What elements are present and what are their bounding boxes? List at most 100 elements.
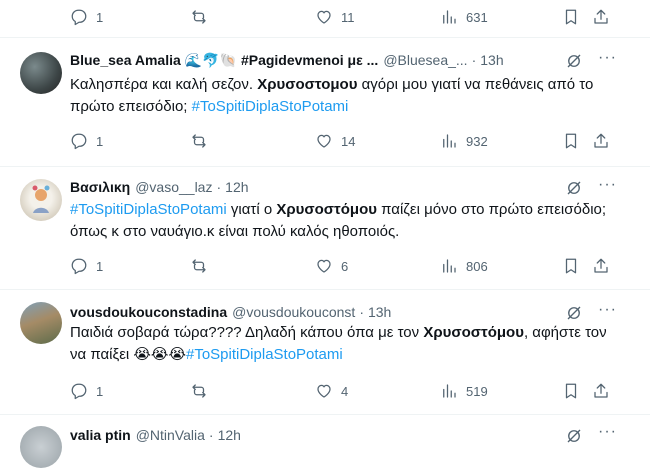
views-icon <box>443 259 456 273</box>
separator-dot: · <box>359 304 364 320</box>
like-button[interactable]: 14 <box>315 129 355 153</box>
heart-icon <box>317 134 331 148</box>
author-name[interactable]: Blue_sea Amalia <box>70 52 181 68</box>
reply-button[interactable]: 1 <box>70 129 103 153</box>
bookmark-button[interactable] <box>562 5 580 29</box>
bookmark-icon <box>565 9 577 25</box>
tweet-text: Παιδιά σοβαρά τώρα???? Δηλαδή κάπου όπα … <box>70 322 615 366</box>
divider <box>0 37 650 38</box>
views-icon <box>443 384 456 398</box>
views-icon <box>443 134 456 148</box>
views-icon <box>443 10 456 24</box>
more-icon[interactable]: ··· <box>598 424 622 444</box>
views-button[interactable]: 932 <box>440 129 488 153</box>
crying-emoji: 😭😭😭 <box>133 346 186 363</box>
text-segment: γιατί ο <box>226 201 277 218</box>
author-name[interactable]: vousdoukouconstadina <box>70 304 227 320</box>
hashtag-link[interactable]: #ToSpitiDiplaStoPotami <box>70 201 227 218</box>
avatar[interactable] <box>20 179 62 221</box>
tweet[interactable]: vousdoukouconstadina @vousdoukouconst · … <box>0 302 650 412</box>
tweet[interactable]: Βασιλικη @vaso__laz · 12h ··· #ToSpitiDi… <box>0 177 650 287</box>
avatar[interactable] <box>20 302 62 344</box>
more-icon[interactable]: ··· <box>598 177 622 197</box>
share-button[interactable] <box>592 254 610 278</box>
retweet-button[interactable] <box>190 129 208 153</box>
reply-button[interactable]: 1 <box>70 379 103 403</box>
bold-mention: Χρυσοστόμου <box>423 324 524 341</box>
reply-count: 1 <box>96 258 104 274</box>
tweet[interactable]: Blue_sea Amalia 🌊🐬🐚 #Pagidevmenoi με ...… <box>0 50 650 163</box>
bookmark-button[interactable] <box>562 379 580 403</box>
more-icon[interactable]: ··· <box>598 50 622 70</box>
separator-dot: · <box>216 179 222 195</box>
reply-button[interactable]: 1 <box>70 5 103 29</box>
timestamp[interactable]: 12h <box>218 427 241 443</box>
like-count: 11 <box>341 9 355 25</box>
author-handle[interactable]: @NtinValia <box>136 427 205 443</box>
author-handle[interactable]: @Bluesea_... <box>383 52 467 68</box>
action-bar: 1 14 932 <box>70 129 630 153</box>
separator-dot: · <box>471 52 477 68</box>
timestamp[interactable]: 12h <box>225 179 248 195</box>
author-name[interactable]: valia ptin <box>70 427 131 443</box>
share-button[interactable] <box>592 379 610 403</box>
reply-icon <box>71 9 87 26</box>
like-count: 6 <box>341 258 349 274</box>
share-icon <box>594 9 608 24</box>
reply-icon <box>71 258 87 275</box>
views-count: 519 <box>466 383 488 399</box>
retweet-button[interactable] <box>190 379 208 403</box>
heart-icon <box>317 384 331 398</box>
retweet-button[interactable] <box>190 254 208 278</box>
like-button[interactable]: 11 <box>315 5 355 29</box>
grok-icon[interactable] <box>565 52 583 70</box>
reply-icon <box>71 133 87 150</box>
author-name[interactable]: Βασιλικη <box>70 179 130 195</box>
top-action-bar: 1 11 631 <box>70 5 630 29</box>
bookmark-button[interactable] <box>562 254 580 278</box>
retweet-button[interactable] <box>190 5 208 29</box>
like-button[interactable]: 6 <box>315 254 348 278</box>
views-button[interactable]: 806 <box>440 254 488 278</box>
views-button[interactable]: 631 <box>440 5 488 29</box>
author-name-extra[interactable]: 🌊🐬🐚 #Pagidevmenoi με ... <box>185 52 379 69</box>
views-count: 806 <box>466 258 488 274</box>
bookmark-button[interactable] <box>562 129 580 153</box>
tweet-header: Βασιλικη @vaso__laz · 12h <box>70 177 610 197</box>
bookmark-icon <box>565 258 577 274</box>
retweet-icon <box>192 134 206 148</box>
tweet[interactable]: valia ptin @NtinValia · 12h ··· <box>0 424 650 468</box>
share-icon <box>594 133 608 148</box>
bold-mention: Χρυσοστόμου <box>276 201 377 218</box>
bookmark-icon <box>565 383 577 399</box>
reply-count: 1 <box>96 133 104 149</box>
author-handle[interactable]: @vousdoukouconst <box>232 304 355 320</box>
tweet-text: Καλησπέρα και καλή σεζον. Χρυσοστομου αγ… <box>70 74 615 118</box>
more-icon[interactable]: ··· <box>598 302 622 322</box>
grok-icon[interactable] <box>565 179 583 197</box>
views-button[interactable]: 519 <box>440 379 488 403</box>
separator-dot: · <box>208 427 214 443</box>
timestamp[interactable]: 13h <box>368 304 391 320</box>
views-count: 631 <box>466 9 488 25</box>
avatar[interactable] <box>20 52 62 94</box>
grok-icon[interactable] <box>565 427 583 445</box>
timestamp[interactable]: 13h <box>480 52 503 68</box>
tweet-text: #ToSpitiDiplaStoPotami γιατί ο Χρυσοστόμ… <box>70 199 615 243</box>
hashtag-link[interactable]: #ToSpitiDiplaStoPotami <box>186 346 343 363</box>
avatar[interactable] <box>20 426 62 468</box>
share-button[interactable] <box>592 129 610 153</box>
like-button[interactable]: 4 <box>315 379 348 403</box>
author-handle[interactable]: @vaso__laz <box>135 179 212 195</box>
retweet-icon <box>192 259 206 273</box>
action-bar: 1 6 806 <box>70 254 630 278</box>
hashtag-link[interactable]: #ToSpitiDiplaStoPotami <box>192 98 349 115</box>
share-icon <box>594 258 608 273</box>
reply-count: 1 <box>96 383 104 399</box>
like-count: 14 <box>341 133 356 149</box>
reply-button[interactable]: 1 <box>70 254 103 278</box>
grok-icon[interactable] <box>565 304 583 322</box>
retweet-icon <box>192 384 206 398</box>
bold-mention: Χρυσοστομου <box>257 76 358 93</box>
share-button[interactable] <box>592 5 610 29</box>
